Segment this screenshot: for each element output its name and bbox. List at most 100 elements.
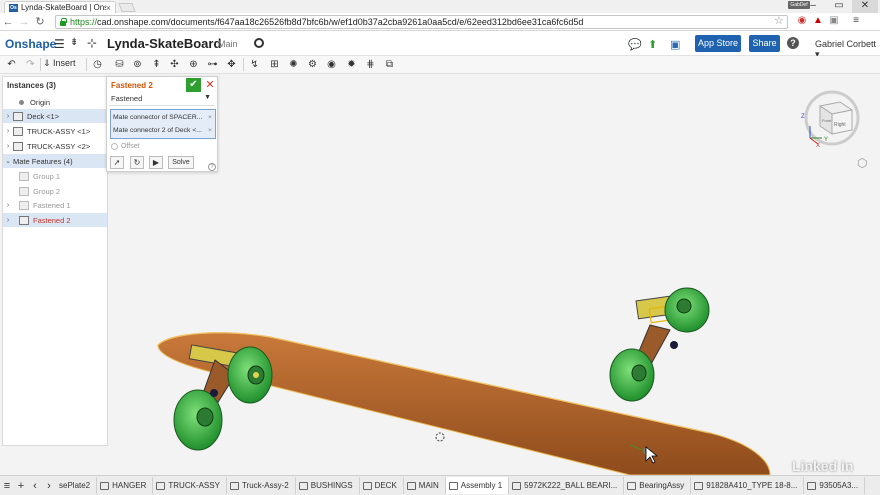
close-tab-icon[interactable]: × bbox=[106, 3, 111, 13]
ball-mate-icon[interactable]: ✥ bbox=[225, 58, 238, 71]
browser-tab[interactable]: Os Lynda-SkateBoard | Onsh × bbox=[4, 1, 116, 13]
screw-relation-icon[interactable]: ✹ bbox=[345, 58, 358, 71]
cancel-x-icon[interactable]: ✕ bbox=[204, 78, 216, 92]
tree-item-group-1[interactable]: Group 1 bbox=[3, 169, 107, 183]
group-icon[interactable]: ⊞ bbox=[268, 58, 281, 71]
history-icon[interactable]: ◷ bbox=[91, 58, 104, 71]
bookmark-star-icon[interactable]: ☆ bbox=[774, 14, 784, 27]
expand-caret-icon[interactable]: › bbox=[3, 113, 13, 120]
rack-pinion-icon[interactable]: ◉ bbox=[325, 58, 338, 71]
onshape-logo[interactable]: Onshape bbox=[5, 37, 56, 51]
configure-icon[interactable]: ⊹ bbox=[87, 36, 97, 50]
mate-type-select[interactable]: Fastened ▼ bbox=[109, 94, 215, 106]
selected-connector-1[interactable]: Mate connector of SPACER... × bbox=[113, 112, 213, 124]
tab-list-menu-icon[interactable]: ≡ bbox=[0, 480, 14, 492]
revolute-mate-icon[interactable]: ⊚ bbox=[131, 58, 144, 71]
close-window-icon[interactable]: ✕ bbox=[852, 0, 878, 13]
assembly-scene[interactable] bbox=[110, 75, 880, 475]
public-globe-icon[interactable] bbox=[254, 38, 264, 48]
animate-play-button[interactable]: ▶ bbox=[149, 156, 163, 169]
tab-truck-assy[interactable]: TRUCK-ASSY bbox=[153, 477, 227, 494]
app-store-button[interactable]: App Store bbox=[695, 35, 741, 52]
share-button[interactable]: Share bbox=[749, 35, 780, 52]
replicate-icon[interactable]: ⧉ bbox=[383, 58, 396, 71]
offset-checkbox[interactable] bbox=[111, 143, 118, 150]
extension-icon[interactable]: ◉ bbox=[796, 15, 808, 27]
scroll-tabs-left-icon[interactable]: ‹ bbox=[28, 480, 42, 492]
slider-mate-icon[interactable]: ⇞ bbox=[150, 58, 163, 71]
tree-item-mate-features[interactable]: ⌄ Mate Features (4) bbox=[3, 154, 107, 168]
minimize-icon[interactable]: – bbox=[800, 0, 826, 13]
expand-caret-icon[interactable]: › bbox=[3, 202, 13, 209]
tab-bushings[interactable]: BUSHINGS bbox=[296, 477, 360, 494]
view-cube-front-label[interactable]: Front bbox=[822, 118, 832, 123]
help-icon[interactable]: ? bbox=[787, 37, 799, 49]
notifications-icon[interactable]: ▣ bbox=[670, 38, 680, 51]
extension-icon-2[interactable]: ▣ bbox=[828, 15, 840, 27]
tree-item-deck[interactable]: › Deck <1> bbox=[3, 109, 107, 123]
tab-truck-assy-2[interactable]: Truck-Assy-2 bbox=[227, 477, 296, 494]
assembly-icon bbox=[627, 481, 637, 490]
expand-caret-icon[interactable]: › bbox=[3, 217, 13, 224]
back-icon[interactable]: ← bbox=[0, 16, 16, 28]
fastened-mate-icon[interactable]: ⛁ bbox=[113, 58, 126, 71]
tree-item-truck-assy-1[interactable]: › TRUCK-ASSY <1> bbox=[3, 124, 107, 138]
tab-ball-bearing[interactable]: 5972K222_BALL BEARI... bbox=[509, 477, 625, 494]
mate-connector-icon[interactable]: ↯ bbox=[248, 58, 261, 71]
view-cube-right-label[interactable]: Right bbox=[834, 122, 846, 128]
tab-93505a3[interactable]: 93505A3... bbox=[804, 477, 866, 494]
document-menu-icon[interactable]: ☰ bbox=[54, 37, 65, 51]
add-tab-icon[interactable]: + bbox=[14, 480, 28, 492]
comments-icon[interactable]: 💬 bbox=[628, 38, 642, 51]
tab-assembly-1[interactable]: Assembly 1 bbox=[445, 477, 510, 494]
tree-item-fastened-2[interactable]: › Fastened 2 bbox=[3, 213, 107, 227]
tab-deck[interactable]: DECK bbox=[360, 477, 404, 494]
view-cube[interactable]: Right Front Z Y X bbox=[796, 88, 866, 149]
document-title[interactable]: Lynda-SkateBoard bbox=[107, 36, 221, 51]
flip-primary-axis-button[interactable]: ➚ bbox=[110, 156, 124, 169]
redo-icon[interactable]: ↷ bbox=[24, 58, 37, 71]
graphics-viewport[interactable] bbox=[110, 75, 880, 475]
reorient-axis-button[interactable]: ↻ bbox=[130, 156, 144, 169]
tree-item-fastened-1[interactable]: › Fastened 1 bbox=[3, 198, 107, 212]
tab-hanger[interactable]: HANGER bbox=[97, 477, 154, 494]
truck-assembly-2[interactable] bbox=[609, 287, 710, 402]
cylindrical-mate-icon[interactable]: ⊕ bbox=[187, 58, 200, 71]
gear-relation-icon[interactable]: ⚙ bbox=[306, 58, 319, 71]
mate-connector-selection-box[interactable]: Mate connector of SPACER... × Mate connec… bbox=[110, 109, 216, 139]
expand-caret-icon[interactable]: › bbox=[3, 128, 13, 135]
tangent-mate-icon[interactable]: ✺ bbox=[287, 58, 300, 71]
scroll-tabs-right-icon[interactable]: › bbox=[42, 480, 56, 492]
tree-item-group-2[interactable]: Group 2 bbox=[3, 184, 107, 198]
offset-option[interactable]: Offset bbox=[111, 143, 140, 150]
accept-check-icon[interactable]: ✔ bbox=[186, 78, 201, 92]
insert-button[interactable]: ⇓ Insert bbox=[43, 58, 76, 69]
pin-slot-mate-icon[interactable]: ⊶ bbox=[206, 58, 219, 71]
linear-relation-icon[interactable]: ⋕ bbox=[364, 58, 377, 71]
pdf-extension-icon[interactable]: ▲ bbox=[812, 15, 824, 27]
tree-item-origin[interactable]: Origin bbox=[3, 95, 107, 109]
tab-main[interactable]: MAIN bbox=[404, 477, 446, 494]
tab-baseplate2[interactable]: sePlate2 bbox=[56, 477, 98, 494]
selected-connector-2[interactable]: Mate connector 2 of Deck <... × bbox=[113, 125, 213, 137]
new-tab-button[interactable] bbox=[118, 3, 136, 12]
undo-icon[interactable]: ↶ bbox=[5, 58, 18, 71]
collapse-caret-icon[interactable]: ⌄ bbox=[3, 157, 13, 165]
address-bar[interactable]: https:// cad.onshape.com/documents/f647a… bbox=[55, 15, 788, 29]
tree-item-truck-assy-2[interactable]: › TRUCK-ASSY <2> bbox=[3, 139, 107, 153]
browser-menu-icon[interactable]: ≡ bbox=[850, 15, 862, 27]
maximize-icon[interactable]: ▭ bbox=[826, 0, 852, 13]
planar-mate-icon[interactable]: ✣ bbox=[168, 58, 181, 71]
remove-selection-icon[interactable]: × bbox=[208, 125, 212, 137]
insert-icon[interactable]: ⇟ bbox=[70, 37, 78, 48]
solve-button[interactable]: Solve bbox=[168, 156, 194, 169]
forward-icon[interactable]: → bbox=[16, 16, 32, 28]
reload-icon[interactable]: ↻ bbox=[32, 15, 48, 28]
tab-bearing-assy[interactable]: BearingAssy bbox=[624, 477, 692, 494]
dialog-help-icon[interactable]: ? bbox=[208, 163, 216, 171]
view-options-cube-icon[interactable]: ⬡ bbox=[857, 156, 867, 170]
tab-type-18-8[interactable]: 91828A410_TYPE 18-8... bbox=[691, 477, 805, 494]
remove-selection-icon[interactable]: × bbox=[208, 112, 212, 124]
versions-icon[interactable]: ⬆ bbox=[648, 38, 657, 51]
expand-caret-icon[interactable]: › bbox=[3, 143, 13, 150]
